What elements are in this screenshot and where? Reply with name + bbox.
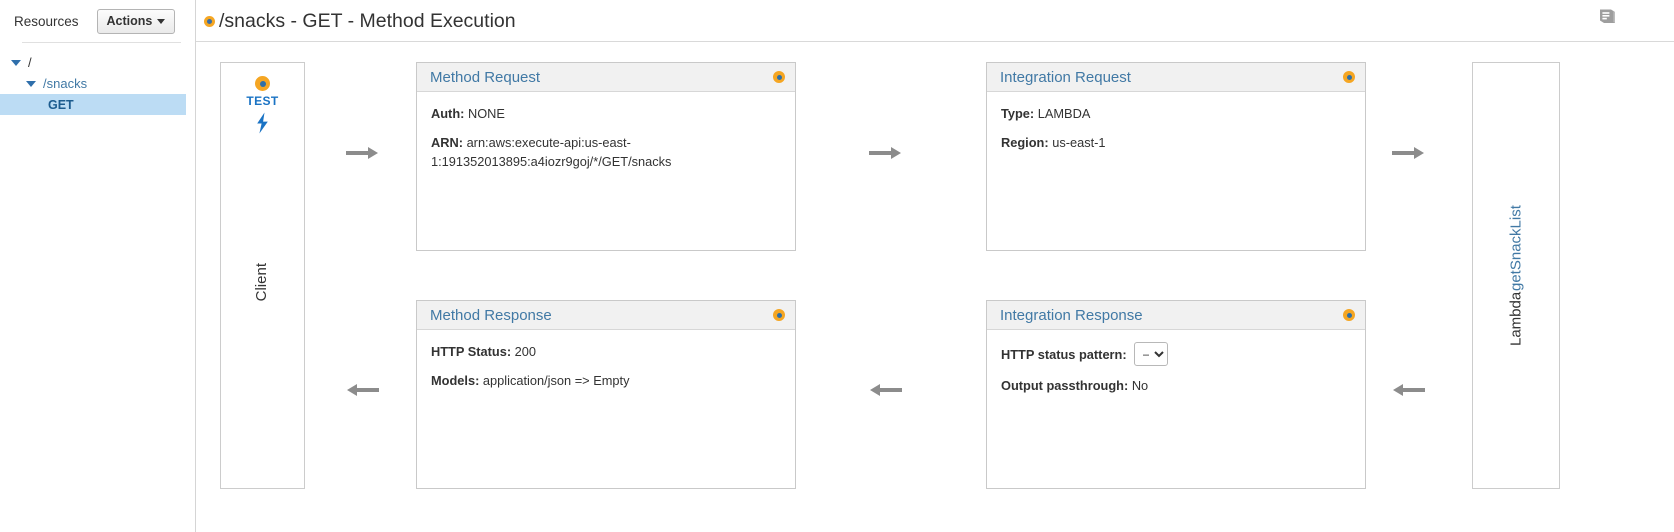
integration-response-passthrough-key: Output passthrough: [1001,378,1129,393]
method-request-arn-row: ARN: arn:aws:execute-api:us-east-1:19135… [431,133,781,171]
integration-response-body: HTTP status pattern: – Output passthroug… [987,330,1365,395]
method-request-arn-value: arn:aws:execute-api:us-east-1:1913520138… [431,135,672,169]
method-request-auth-row: Auth: NONE [431,104,781,123]
method-request-body: Auth: NONE ARN: arn:aws:execute-api:us-e… [417,92,795,171]
method-request-title[interactable]: Method Request [430,69,540,86]
arrow-method-request-to-integration-request [869,143,902,163]
tree-item-snacks[interactable]: /snacks [0,73,195,94]
method-response-title[interactable]: Method Response [430,307,552,324]
method-response-status-key: HTTP Status: [431,344,512,359]
resource-tree: / /snacks GET [0,43,195,115]
integration-request-status-dot-icon [1343,71,1355,83]
integration-request-header[interactable]: Integration Request [987,63,1365,92]
integration-request-region-row: Region: us-east-1 [1001,133,1351,152]
caret-down-icon[interactable] [11,59,21,66]
page-header: /snacks - GET - Method Execution [196,0,1674,42]
integration-request-type-value: LAMBDA [1037,106,1091,121]
integration-response-title[interactable]: Integration Response [1000,307,1143,324]
integration-request-type-row: Type: LAMBDA [1001,104,1351,123]
page-title-wrap: /snacks - GET - Method Execution [196,0,1674,42]
method-response-models-key: Models: [431,373,480,388]
integration-request-title[interactable]: Integration Request [1000,69,1131,86]
test-control-group: TEST [221,63,304,139]
lightning-bolt-icon[interactable] [254,112,271,139]
sidebar-title: Resources [14,13,79,29]
integration-request-body: Type: LAMBDA Region: us-east-1 [987,92,1365,152]
method-response-body: HTTP Status: 200 Models: application/jso… [417,330,795,390]
integration-response-passthrough-value: No [1131,378,1149,393]
lambda-function-link[interactable]: getSnackList [1508,205,1525,291]
method-response-status-row: HTTP Status: 200 [431,342,781,361]
method-response-panel: Method Response HTTP Status: 200 Models:… [416,300,796,489]
arrow-lambda-to-integration-response [1392,380,1425,400]
page-title: /snacks - GET - Method Execution [219,9,516,32]
integration-response-panel: Integration Response HTTP status pattern… [986,300,1366,489]
integration-response-passthrough-row: Output passthrough: No [1001,376,1351,395]
integration-request-type-key: Type: [1001,106,1035,121]
arrow-client-to-method-request [346,143,379,163]
test-status-dot-icon [255,76,270,91]
method-request-panel: Method Request Auth: NONE ARN: arn:aws:e… [416,62,796,251]
chevron-down-icon [157,19,166,24]
lambda-column: Lambda getSnackList [1472,62,1560,489]
tree-item-root[interactable]: / [0,52,195,73]
integration-response-header[interactable]: Integration Response [987,301,1365,330]
sidebar-header: Resources Actions [0,0,195,42]
method-request-status-dot-icon [773,71,785,83]
caret-down-icon[interactable] [26,80,36,87]
method-execution-screen: Resources Actions / /snacks GET /snacks … [0,0,1674,532]
actions-button-label: Actions [106,14,153,28]
method-execution-diagram: TEST Client Lambda getSnackList Method R… [196,42,1674,532]
client-label: Client [252,263,270,302]
http-status-pattern-select[interactable]: – [1133,342,1168,366]
method-request-auth-key: Auth: [431,106,465,121]
tree-item-get-label: GET [48,97,74,112]
method-request-header[interactable]: Method Request [417,63,795,92]
resources-sidebar: Resources Actions / /snacks GET [0,0,196,532]
tree-item-snacks-label: /snacks [43,76,88,91]
method-response-models-row: Models: application/json => Empty [431,371,781,390]
actions-button[interactable]: Actions [96,8,176,34]
integration-response-status-dot-icon [1343,309,1355,321]
integration-request-region-value: us-east-1 [1052,135,1106,150]
test-link[interactable]: TEST [246,94,278,108]
integration-response-status-pattern-row: HTTP status pattern: – [1001,342,1351,366]
method-request-auth-value: NONE [467,106,505,121]
tree-item-root-label: / [28,55,32,70]
integration-response-status-pattern-label: HTTP status pattern: [1001,346,1127,362]
method-response-status-dot-icon [773,309,785,321]
method-response-header[interactable]: Method Response [417,301,795,330]
integration-request-panel: Integration Request Type: LAMBDA Region:… [986,62,1366,251]
tree-item-get[interactable]: GET [0,94,186,115]
arrow-integration-response-to-method-response [869,380,902,400]
method-response-models-value: application/json => Empty [482,373,630,388]
method-request-arn-key: ARN: [431,135,463,150]
lambda-label-group: Lambda getSnackList [1473,63,1559,488]
arrow-method-response-to-client [346,380,379,400]
method-response-status-value: 200 [514,344,537,359]
method-status-dot-icon [204,15,215,27]
book-icon[interactable] [1597,7,1619,32]
lambda-prefix-label: Lambda [1507,291,1525,346]
arrow-integration-request-to-lambda [1392,143,1425,163]
client-column: TEST Client [220,62,305,489]
integration-request-region-key: Region: [1001,135,1049,150]
